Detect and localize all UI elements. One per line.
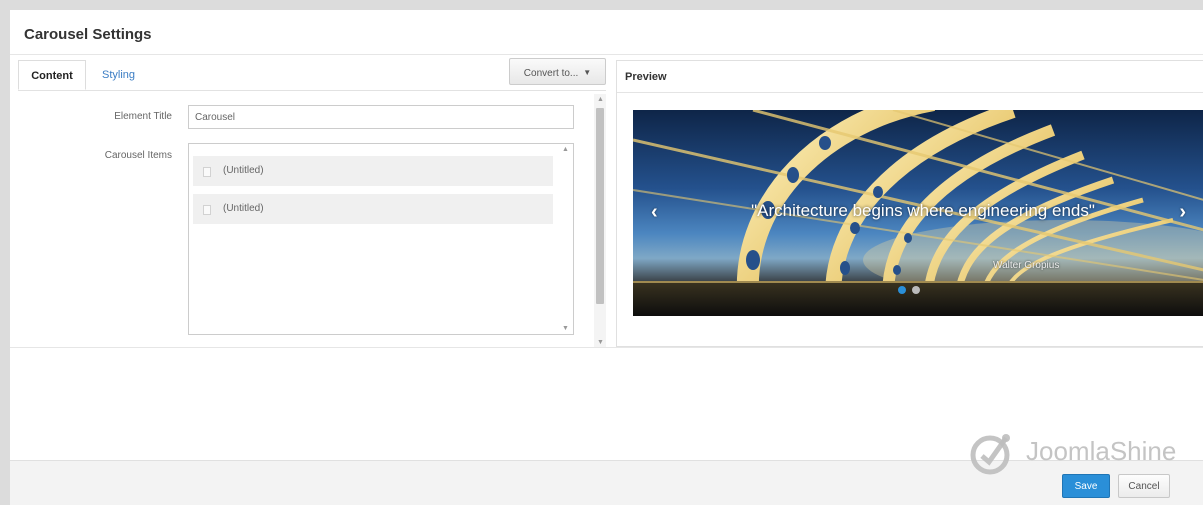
list-item[interactable]: (Untitled) — [193, 156, 553, 186]
tab-content[interactable]: Content — [18, 60, 86, 90]
save-button[interactable]: Save — [1062, 474, 1110, 498]
scroll-down-icon[interactable]: ▼ — [562, 325, 569, 332]
carousel-indicator-2[interactable] — [912, 286, 920, 294]
element-title-input[interactable] — [188, 105, 574, 129]
content-pane: Element Title Carousel Items (Untitled) … — [18, 91, 606, 348]
preview-title: Preview — [625, 71, 667, 83]
drag-handle-icon[interactable] — [203, 205, 211, 215]
content-scrollbar[interactable]: ▲ ▼ — [594, 94, 606, 348]
joomlashine-logo-icon — [970, 434, 1010, 475]
carousel-settings-dialog: Carousel Settings Content Styling Conver… — [10, 10, 1203, 505]
carousel-preview[interactable]: ‹ › "Architecture begins where engineeri… — [633, 110, 1203, 316]
carousel-caption: "Architecture begins where engineering e… — [751, 201, 1095, 220]
carousel-indicator-1[interactable] — [898, 286, 906, 294]
carousel-items-list[interactable]: (Untitled) (Untitled) ▲ ▼ — [188, 143, 574, 335]
scroll-up-icon[interactable]: ▲ — [597, 96, 604, 103]
caret-down-icon: ▼ — [583, 68, 592, 77]
carousel-next-icon[interactable]: › — [1179, 202, 1186, 222]
drag-handle-icon[interactable] — [203, 167, 211, 177]
list-item-label: (Untitled) — [223, 203, 264, 214]
watermark-text: JoomlaShine — [1026, 436, 1177, 466]
convert-to-label: Convert to... — [523, 68, 579, 79]
carousel-items-label: Carousel Items — [104, 150, 172, 161]
dialog-title: Carousel Settings — [24, 26, 152, 43]
scroll-down-icon[interactable]: ▼ — [597, 339, 604, 346]
preview-divider — [617, 92, 1203, 93]
element-title-label: Element Title — [114, 111, 172, 122]
items-scrollbar[interactable]: ▲ ▼ — [561, 146, 571, 332]
watermark: JoomlaShine — [958, 428, 1188, 478]
content-bottom-divider — [10, 347, 1203, 348]
list-item-label: (Untitled) — [223, 165, 264, 176]
scroll-up-icon[interactable]: ▲ — [562, 146, 569, 153]
preview-panel: Preview ‹ › "Architecture begins where e… — [616, 60, 1203, 347]
header-divider — [10, 54, 1203, 55]
carousel-prev-icon[interactable]: ‹ — [651, 202, 658, 222]
carousel-caption-author: Walter Gropius — [993, 260, 1060, 271]
list-item[interactable]: (Untitled) — [193, 194, 553, 224]
cancel-button[interactable]: Cancel — [1118, 474, 1170, 498]
tab-styling[interactable]: Styling — [102, 60, 135, 90]
scrollbar-thumb[interactable] — [596, 108, 604, 304]
convert-to-button[interactable]: Convert to... ▼ — [509, 58, 606, 85]
